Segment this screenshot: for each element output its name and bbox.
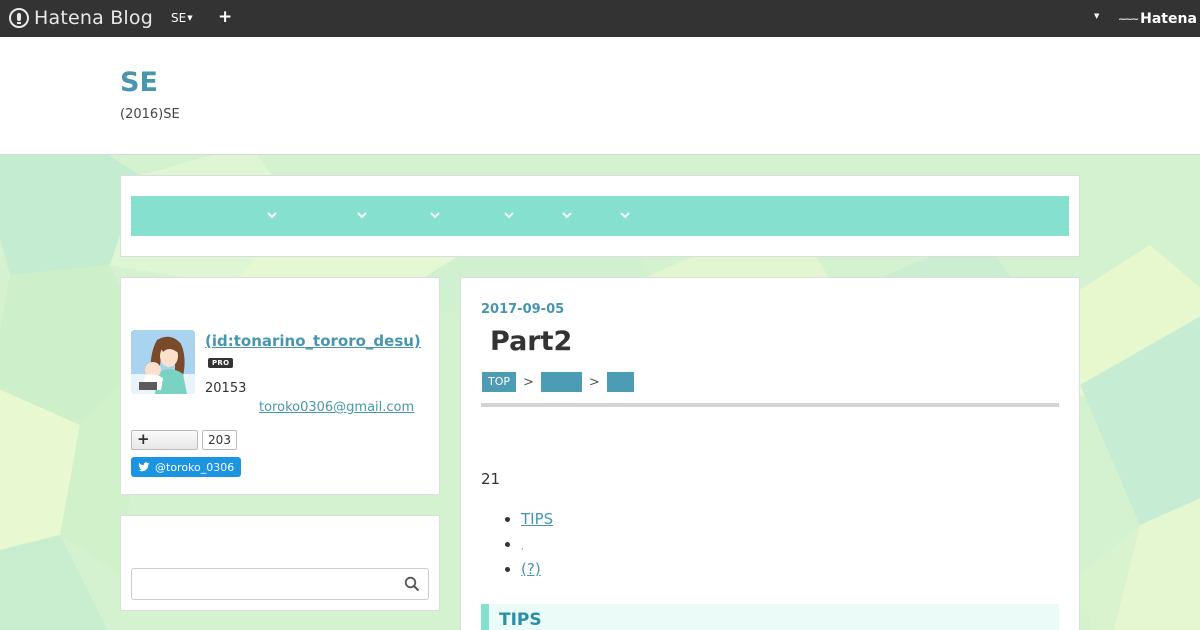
breadcrumb-category[interactable] — [540, 372, 582, 392]
blog-header: SE (2016)SE — [0, 37, 1200, 155]
breadcrumb-separator: > — [588, 374, 600, 390]
nav-dropdown-6[interactable] — [615, 205, 635, 225]
breadcrumb-separator: > — [523, 374, 534, 390]
nav-dropdown-4[interactable] — [499, 205, 519, 225]
nav-dropdown-3[interactable] — [425, 205, 445, 225]
chevron-down-icon — [504, 212, 514, 219]
chevron-down-icon — [267, 212, 277, 219]
logo-text: Hatena Blog — [34, 7, 153, 29]
twitter-bird-icon — [138, 462, 150, 472]
twitter-handle: @toroko_0306 — [155, 460, 235, 474]
section-heading: TIPS — [481, 604, 1059, 630]
blog-switcher[interactable]: SE▼ — [171, 11, 193, 25]
toc-link[interactable]: (?) — [521, 560, 541, 578]
account-menu-caret-icon[interactable]: ▼ — [1094, 12, 1099, 20]
new-post-button[interactable]: + — [218, 7, 232, 27]
blog-description: (2016)SE — [120, 107, 180, 122]
nav-dropdown-5[interactable] — [557, 205, 577, 225]
chevron-down-icon — [430, 212, 440, 219]
avatar[interactable] — [131, 330, 195, 394]
hatena-global-header: Hatena Blog SE▼ + ▼ ~~~ Hatena — [0, 0, 1200, 37]
hatena-logo-icon — [9, 8, 29, 28]
category-nav-bar — [131, 196, 1069, 236]
profile-module: (id:tonarino_tororo_desu) PRO 20153 toro… — [120, 277, 440, 495]
breadcrumb: TOP > > — [482, 372, 634, 392]
profile-name-link[interactable]: (id:tonarino_tororo_desu) — [205, 332, 421, 350]
profile-stats-text: 20153 — [205, 381, 247, 396]
hatena-home-link[interactable]: ~~~ Hatena — [1118, 11, 1197, 27]
entry-date[interactable]: 2017-09-05 — [481, 302, 564, 317]
entry-title[interactable]: Part2 — [490, 326, 572, 357]
chevron-down-icon — [562, 212, 572, 219]
article-entry: 2017-09-05 Part2 TOP > > 21 TIPS , (?) T… — [460, 277, 1080, 630]
follow-button[interactable]: + — [131, 430, 198, 450]
search-icon[interactable] — [404, 576, 420, 592]
twitter-follow-button[interactable]: @toroko_0306 — [131, 457, 241, 477]
blog-title[interactable]: SE — [120, 67, 158, 98]
profile-illustration — [131, 330, 195, 394]
hatena-wave-icon: ~~~ — [1118, 13, 1139, 25]
title-divider — [481, 403, 1059, 407]
search-module — [120, 515, 440, 611]
hatena-label: Hatena — [1140, 11, 1197, 27]
toc-link[interactable]: , — [521, 542, 524, 551]
toc-link[interactable]: TIPS — [521, 510, 553, 528]
category-nav-box — [120, 175, 1080, 257]
breadcrumb-top[interactable]: TOP — [482, 372, 517, 392]
hatena-blog-logo[interactable]: Hatena Blog — [9, 7, 153, 29]
search-input[interactable] — [131, 568, 429, 600]
list-item: , — [521, 535, 553, 560]
profile-email-link[interactable]: toroko0306@gmail.com — [259, 400, 414, 415]
caret-down-icon: ▼ — [187, 14, 193, 22]
entry-paragraph: 21 — [481, 470, 501, 488]
list-item: TIPS — [521, 510, 553, 535]
pro-badge: PRO — [208, 358, 234, 368]
chevron-down-icon — [357, 212, 367, 219]
nav-dropdown-2[interactable] — [352, 205, 372, 225]
blog-switcher-label: SE — [171, 11, 187, 25]
breadcrumb-subcategory[interactable] — [606, 372, 634, 392]
chevron-down-icon — [620, 212, 630, 219]
list-item: (?) — [521, 560, 553, 585]
nav-dropdown-1[interactable] — [262, 205, 282, 225]
follower-count: 203 — [202, 430, 237, 450]
table-of-contents: TIPS , (?) — [521, 510, 553, 585]
